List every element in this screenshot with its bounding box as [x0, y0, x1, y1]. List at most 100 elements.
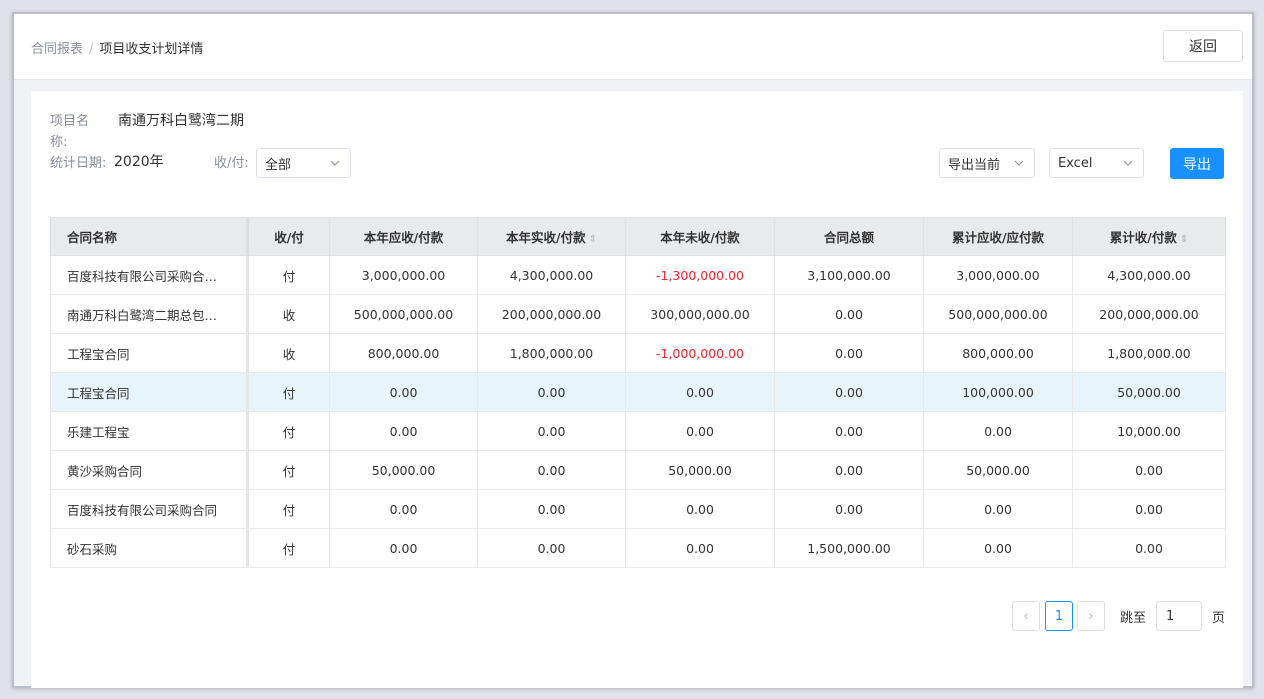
cell-year-receivable: 0.00	[329, 528, 478, 568]
breadcrumb-contract-report[interactable]: 合同报表	[31, 42, 83, 57]
cell-year-outstanding: 50,000.00	[625, 450, 775, 490]
page-suffix-label: 页	[1212, 611, 1226, 626]
breadcrumb-separator: /	[89, 42, 94, 57]
cell-cumulative-receivable: 0.00	[923, 411, 1073, 451]
content-card: 项目名 称: 南通万科白鹭湾二期 统计日期: 2020年 收/付: 全部 导出当…	[31, 91, 1243, 688]
cell-year-outstanding: 300,000,000.00	[625, 294, 775, 334]
project-name-label: 项目名	[50, 114, 90, 129]
table-row[interactable]: 砂石采购付 0.00 0.00 0.00 1,500,000.00 0.00 0.00	[50, 528, 1226, 568]
cell-type: 付	[247, 528, 330, 568]
cell-type: 收	[247, 333, 330, 373]
page-1-button[interactable]: 1	[1045, 601, 1073, 631]
table-header-row: 合同名称 收/付 本年应收/付款 本年实收/付款 ⇕ 本年未收/付款 合同总额 累…	[50, 217, 1226, 256]
prev-page-button[interactable]: ‹	[1012, 601, 1040, 631]
table-row[interactable]: 南通万科白鹭湾二期总包… 收 500,000,000.00 200,000,000.0…	[50, 294, 1226, 334]
cell-contract-name: 工程宝合同	[50, 333, 249, 373]
stat-date-value: 2020年	[114, 154, 164, 170]
cell-year-outstanding: -1,300,000.00	[625, 255, 775, 295]
cell-year-received: 1,800,000.00	[477, 333, 626, 373]
cell-contract-total: 0.00	[774, 489, 924, 529]
cell-contract-total: 0.00	[774, 372, 924, 412]
cell-contract-name: 黄沙采购合同	[50, 450, 249, 490]
sort-icon[interactable]: ⇕	[589, 234, 597, 245]
cell-cumulative-receivable: 3,000,000.00	[923, 255, 1073, 295]
header-year-outstanding: 本年未收/付款	[625, 217, 775, 256]
chevron-down-icon	[1014, 160, 1024, 166]
table-row[interactable]: 乐建工程宝付 0.00 0.00 0.00 0.00 0.00 10,000.00	[50, 411, 1226, 451]
header-cumulative-received[interactable]: 累计收/付款 ⇕	[1072, 217, 1226, 256]
cell-contract-total: 0.00	[774, 411, 924, 451]
sort-icon[interactable]: ⇕	[1180, 234, 1188, 245]
table-row[interactable]: 百度科技有限公司采购合… 付 3,000,000.00 4,300,000.00 -1,…	[50, 255, 1226, 295]
cell-contract-name: 南通万科白鹭湾二期总包…	[50, 294, 249, 334]
type-label: 收/付:	[214, 156, 249, 171]
cell-contract-name: 百度科技有限公司采购合同	[50, 489, 249, 529]
cell-contract-total: 1,500,000.00	[774, 528, 924, 568]
cell-year-receivable: 800,000.00	[329, 333, 478, 373]
export-button[interactable]: 导出	[1170, 148, 1224, 179]
cell-cumulative-receivable: 500,000,000.00	[923, 294, 1073, 334]
export-scope-value: 导出当前	[948, 157, 1001, 173]
export-scope-select[interactable]: 导出当前	[939, 148, 1035, 178]
cell-year-receivable: 500,000,000.00	[329, 294, 478, 334]
cell-cumulative-received: 4,300,000.00	[1072, 255, 1226, 295]
cell-cumulative-received: 0.00	[1072, 489, 1226, 529]
jump-label: 跳至	[1120, 611, 1147, 626]
cell-year-received: 0.00	[477, 411, 626, 451]
cell-type: 收	[247, 294, 330, 334]
stat-date-label: 统计日期:	[50, 156, 107, 171]
cell-year-received: 0.00	[477, 372, 626, 412]
project-name-value: 南通万科白鹭湾二期	[118, 113, 244, 129]
cell-contract-name: 乐建工程宝	[50, 411, 249, 451]
cell-year-outstanding: 0.00	[625, 411, 775, 451]
cell-contract-name: 工程宝合同	[50, 372, 249, 412]
type-select-value: 全部	[265, 157, 292, 173]
breadcrumb-current: 项目收支计划详情	[99, 42, 204, 57]
table-row[interactable]: 百度科技有限公司采购合同付 0.00 0.00 0.00 0.00 0.00 0.00	[50, 489, 1226, 529]
cell-contract-total: 0.00	[774, 294, 924, 334]
table-row[interactable]: 工程宝合同付 0.00 0.00 0.00 0.00 100,000.00 50,000.0…	[50, 372, 1226, 412]
header-year-receivable: 本年应收/付款	[329, 217, 478, 256]
cell-type: 付	[247, 372, 330, 412]
cell-year-receivable: 0.00	[329, 372, 478, 412]
header-cumulative-receivable: 累计应收/应付款	[923, 217, 1073, 256]
header-year-received[interactable]: 本年实收/付款 ⇕	[477, 217, 626, 256]
type-select[interactable]: 全部	[256, 148, 351, 178]
cell-cumulative-received: 50,000.00	[1072, 372, 1226, 412]
back-button[interactable]: 返回	[1163, 30, 1243, 62]
header-contract-name: 合同名称	[50, 217, 249, 256]
cell-year-received: 4,300,000.00	[477, 255, 626, 295]
header-type: 收/付	[247, 217, 330, 256]
contract-table: 合同名称 收/付 本年应收/付款 本年实收/付款 ⇕ 本年未收/付款 合同总额 累…	[50, 217, 1226, 568]
cell-cumulative-receivable: 100,000.00	[923, 372, 1073, 412]
cell-cumulative-receivable: 0.00	[923, 489, 1073, 529]
cell-contract-name: 砂石采购	[50, 528, 249, 568]
cell-year-outstanding: 0.00	[625, 489, 775, 529]
cell-cumulative-received: 0.00	[1072, 528, 1226, 568]
header-contract-total: 合同总额	[774, 217, 924, 256]
next-page-button[interactable]: ›	[1077, 601, 1105, 631]
cell-contract-total: 3,100,000.00	[774, 255, 924, 295]
cell-cumulative-receivable: 0.00	[923, 528, 1073, 568]
table-row[interactable]: 工程宝合同收 800,000.00 1,800,000.00 -1,000,000.0…	[50, 333, 1226, 373]
cell-cumulative-received: 0.00	[1072, 450, 1226, 490]
app-window: 合同报表 / 项目收支计划详情 返回 项目名 称: 南通万科白鹭湾二期 统计日期: …	[12, 12, 1254, 688]
cell-year-received: 0.00	[477, 528, 626, 568]
jump-page-input[interactable]	[1156, 601, 1202, 631]
cell-year-outstanding: 0.00	[625, 528, 775, 568]
cell-type: 付	[247, 450, 330, 490]
cell-type: 付	[247, 411, 330, 451]
page-header: 合同报表 / 项目收支计划详情 返回	[14, 14, 1252, 80]
project-name-label-cont: 称:	[50, 135, 68, 150]
cell-cumulative-received: 200,000,000.00	[1072, 294, 1226, 334]
chevron-down-icon	[1123, 160, 1133, 166]
chevron-down-icon	[330, 160, 340, 166]
cell-contract-name: 百度科技有限公司采购合…	[50, 255, 249, 295]
breadcrumb: 合同报表 / 项目收支计划详情	[31, 38, 203, 57]
export-format-select[interactable]: Excel	[1049, 148, 1144, 178]
cell-cumulative-receivable: 800,000.00	[923, 333, 1073, 373]
table-row[interactable]: 黄沙采购合同付 50,000.00 0.00 50,000.00 0.00 50,000.…	[50, 450, 1226, 490]
cell-contract-total: 0.00	[774, 450, 924, 490]
cell-year-receivable: 3,000,000.00	[329, 255, 478, 295]
cell-contract-total: 0.00	[774, 333, 924, 373]
